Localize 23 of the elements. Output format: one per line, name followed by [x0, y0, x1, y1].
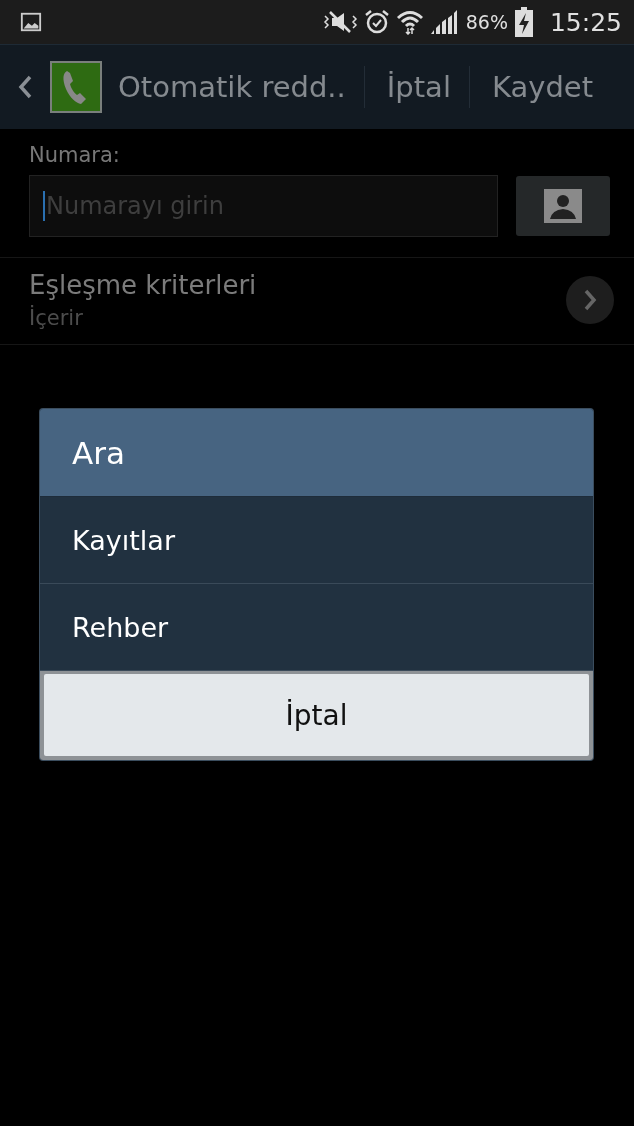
dialog-option[interactable]: Kayıtlar	[40, 497, 593, 584]
setting-value: İçerir	[29, 306, 84, 330]
chevron-button[interactable]	[566, 276, 614, 324]
cancel-button[interactable]: İptal	[386, 70, 451, 104]
field-label: Numara:	[28, 143, 121, 167]
battery-percentage: 86%	[465, 11, 508, 33]
mute-icon	[321, 10, 358, 34]
image-icon	[20, 11, 42, 33]
contact-button[interactable]	[516, 176, 610, 236]
chevron-right-icon	[583, 289, 597, 311]
cancel-button[interactable]: İptal	[44, 674, 589, 756]
wifi-icon	[395, 9, 424, 35]
back-icon	[18, 75, 32, 99]
save-button[interactable]: Kaydet	[491, 70, 593, 104]
setting-title: Eşleşme kriterleri	[29, 270, 258, 300]
signal-icon	[429, 9, 458, 35]
dialog-title: Ara	[40, 409, 593, 497]
screen-title: Otomatik redd..	[118, 70, 346, 104]
phone-app-icon	[50, 61, 102, 113]
alarm-icon	[363, 9, 390, 35]
clock: 15:25	[549, 7, 622, 37]
battery-charging-icon	[513, 7, 534, 37]
person-icon	[544, 189, 582, 223]
